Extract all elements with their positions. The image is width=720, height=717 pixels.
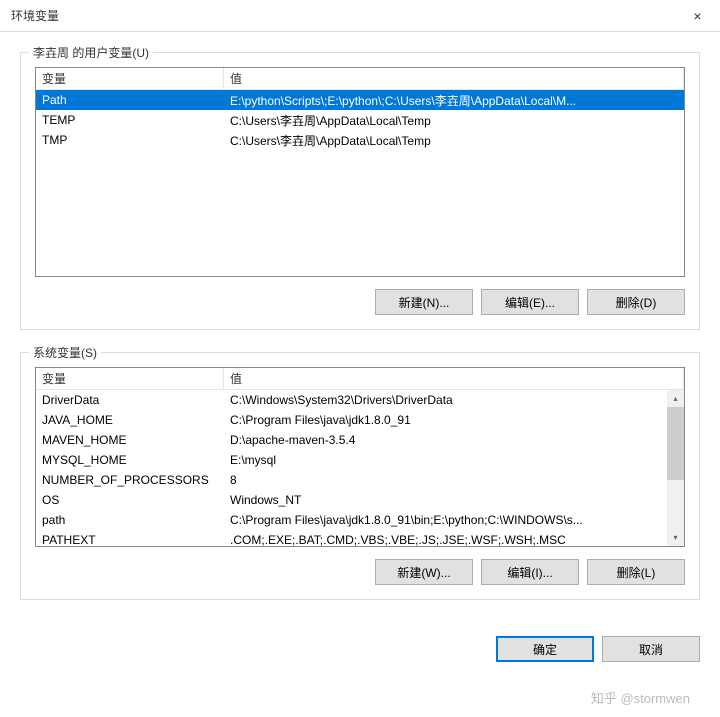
table-row[interactable]: PATHEXT.COM;.EXE;.BAT;.CMD;.VBS;.VBE;.JS… [36,530,684,550]
cell-variable: DriverData [36,393,224,407]
table-row[interactable]: MAVEN_HOMED:\apache-maven-3.5.4 [36,430,684,450]
cell-variable: Path [36,93,224,107]
cell-value: C:\Program Files\java\jdk1.8.0_91\bin;E:… [224,513,684,527]
user-rows-container: PathE:\python\Scripts\;E:\python\;C:\Use… [36,90,684,150]
cell-value: E:\mysql [224,453,684,467]
system-delete-button[interactable]: 删除(L) [587,559,685,585]
table-row[interactable]: pathC:\Program Files\java\jdk1.8.0_91\bi… [36,510,684,530]
user-delete-button[interactable]: 删除(D) [587,289,685,315]
watermark-text: 知乎 @stormwen [591,688,690,707]
ok-button[interactable]: 确定 [496,636,594,662]
cell-variable: OS [36,493,224,507]
column-header-variable[interactable]: 变量 [36,68,224,89]
user-edit-button[interactable]: 编辑(E)... [481,289,579,315]
cell-value: 8 [224,473,684,487]
system-variables-list[interactable]: 变量 值 DriverDataC:\Windows\System32\Drive… [35,367,685,547]
close-icon: × [693,8,701,24]
cell-value: C:\Users\李壵周\AppData\Local\Temp [224,112,684,129]
cell-variable: NUMBER_OF_PROCESSORS [36,473,224,487]
table-row[interactable]: TEMPC:\Users\李壵周\AppData\Local\Temp [36,110,684,130]
user-new-button[interactable]: 新建(N)... [375,289,473,315]
cancel-button[interactable]: 取消 [602,636,700,662]
system-variables-label: 系统变量(S) [29,344,101,361]
table-row[interactable]: MYSQL_HOMEE:\mysql [36,450,684,470]
cell-value: C:\Program Files\java\jdk1.8.0_91 [224,413,684,427]
cell-value: D:\apache-maven-3.5.4 [224,433,684,447]
scroll-up-icon[interactable]: ▴ [667,390,684,407]
cell-variable: PATHEXT [36,533,224,547]
cell-value: Windows_NT [224,493,684,507]
cell-value: .COM;.EXE;.BAT;.CMD;.VBS;.VBE;.JS;.JSE;.… [224,533,684,547]
cell-variable: MAVEN_HOME [36,433,224,447]
system-edit-button[interactable]: 编辑(I)... [481,559,579,585]
column-header-variable[interactable]: 变量 [36,368,224,389]
cell-variable: TMP [36,133,224,147]
table-row[interactable]: TMPC:\Users\李壵周\AppData\Local\Temp [36,130,684,150]
table-row[interactable]: OSWindows_NT [36,490,684,510]
user-variables-label: 李壵周 的用户变量(U) [29,44,153,61]
cell-variable: TEMP [36,113,224,127]
window-title: 环境变量 [11,7,59,24]
scroll-down-icon[interactable]: ▾ [667,529,684,546]
system-buttons-row: 新建(W)... 编辑(I)... 删除(L) [35,559,685,585]
dialog-buttons-row: 确定 取消 [0,636,720,680]
table-row[interactable]: PathE:\python\Scripts\;E:\python\;C:\Use… [36,90,684,110]
user-buttons-row: 新建(N)... 编辑(E)... 删除(D) [35,289,685,315]
column-headers: 变量 值 [36,368,684,390]
column-header-value[interactable]: 值 [224,68,684,89]
system-new-button[interactable]: 新建(W)... [375,559,473,585]
close-button[interactable]: × [675,1,720,31]
titlebar: 环境变量 × [0,0,720,32]
column-header-value[interactable]: 值 [224,368,684,389]
dialog-content: 李壵周 的用户变量(U) 变量 值 PathE:\python\Scripts\… [0,32,720,636]
user-variables-groupbox: 李壵周 的用户变量(U) 变量 值 PathE:\python\Scripts\… [20,52,700,330]
user-variables-list[interactable]: 变量 值 PathE:\python\Scripts\;E:\python\;C… [35,67,685,277]
table-row[interactable]: DriverDataC:\Windows\System32\Drivers\Dr… [36,390,684,410]
cell-value: E:\python\Scripts\;E:\python\;C:\Users\李… [224,92,684,109]
scrollbar-track[interactable] [667,407,684,529]
cell-variable: JAVA_HOME [36,413,224,427]
table-row[interactable]: NUMBER_OF_PROCESSORS8 [36,470,684,490]
cell-value: C:\Users\李壵周\AppData\Local\Temp [224,132,684,149]
cell-value: C:\Windows\System32\Drivers\DriverData [224,393,684,407]
cell-variable: path [36,513,224,527]
cell-variable: MYSQL_HOME [36,453,224,467]
column-headers: 变量 值 [36,68,684,90]
system-rows-container: DriverDataC:\Windows\System32\Drivers\Dr… [36,390,684,550]
table-row[interactable]: JAVA_HOMEC:\Program Files\java\jdk1.8.0_… [36,410,684,430]
vertical-scrollbar[interactable]: ▴ ▾ [667,390,684,546]
scrollbar-thumb[interactable] [667,407,684,480]
system-variables-groupbox: 系统变量(S) 变量 值 DriverDataC:\Windows\System… [20,352,700,600]
